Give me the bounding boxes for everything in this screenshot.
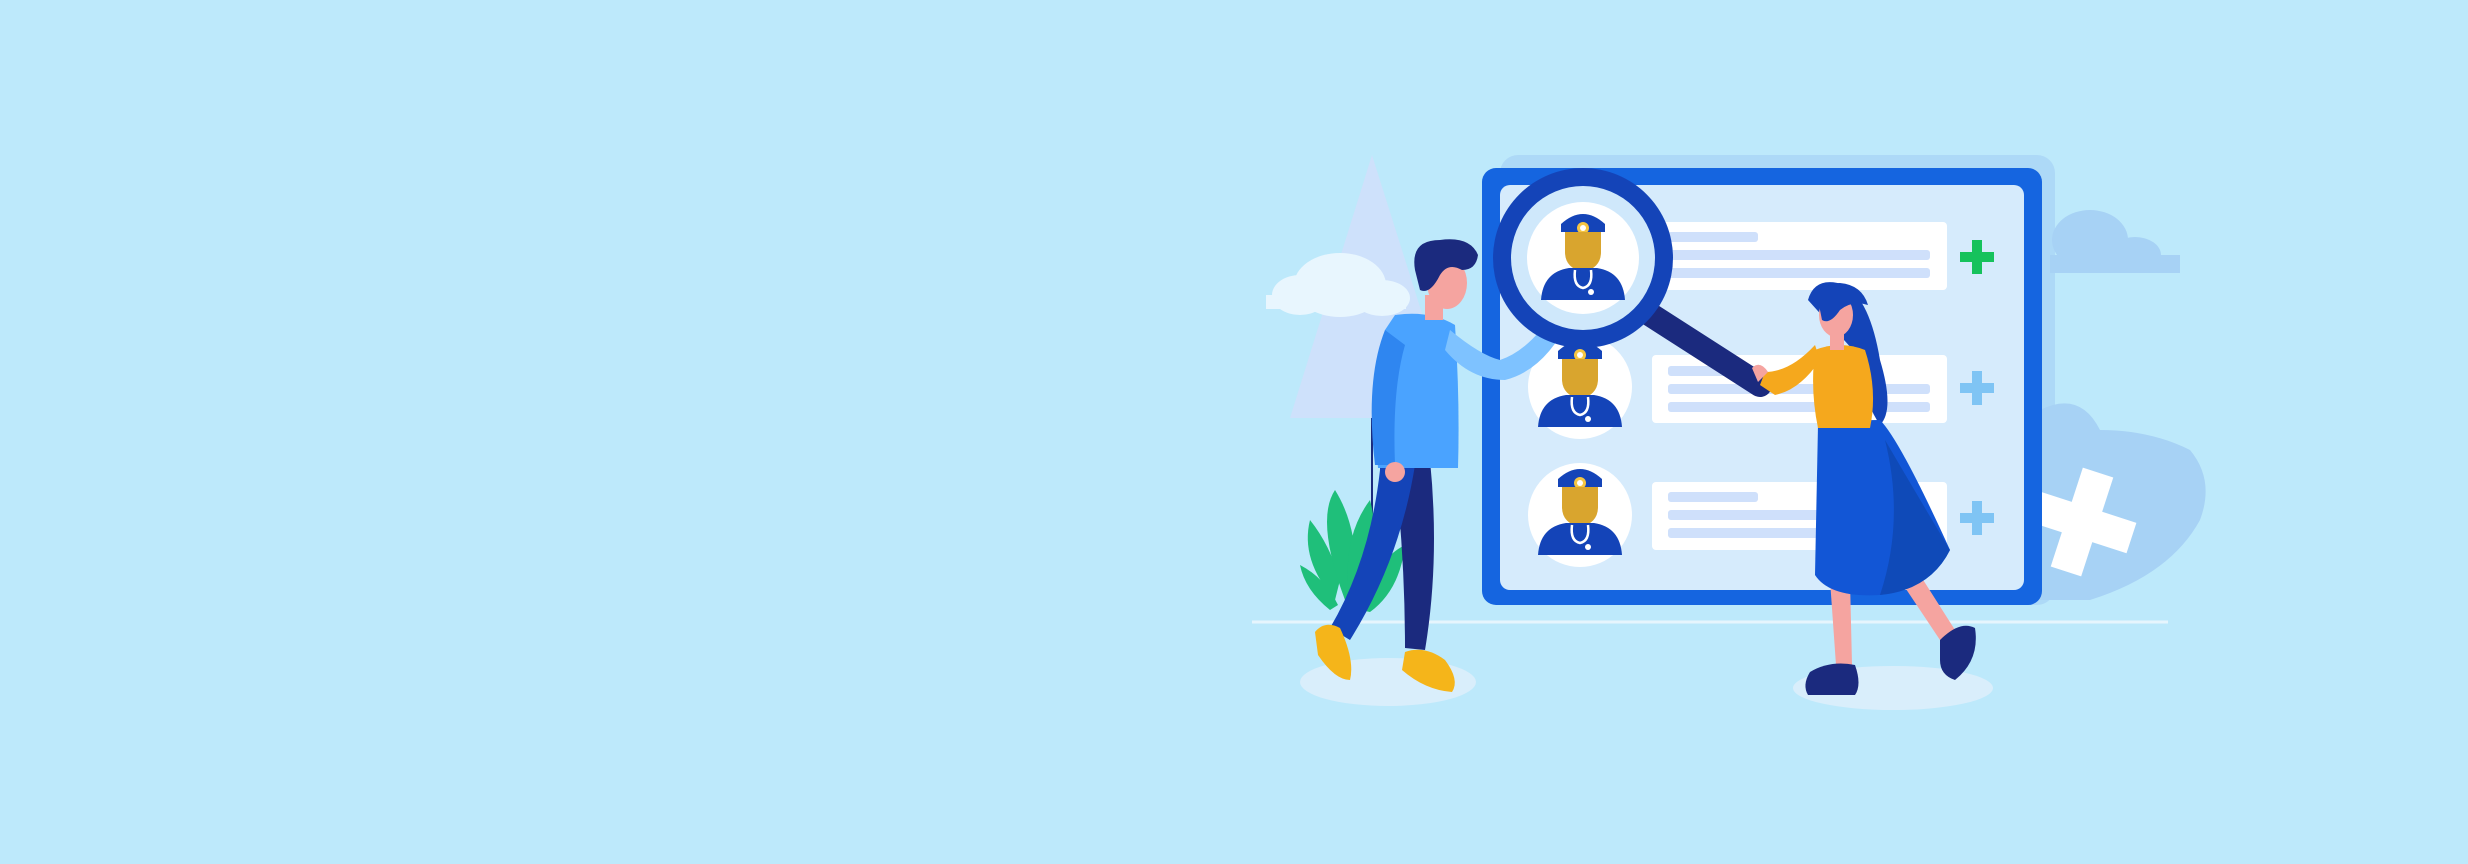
medical-cross-badge bbox=[2027, 403, 2206, 600]
doctor-card-1[interactable] bbox=[1652, 222, 1994, 290]
illustration-canvas bbox=[1252, 155, 2206, 710]
cloud-right bbox=[2050, 210, 2180, 273]
